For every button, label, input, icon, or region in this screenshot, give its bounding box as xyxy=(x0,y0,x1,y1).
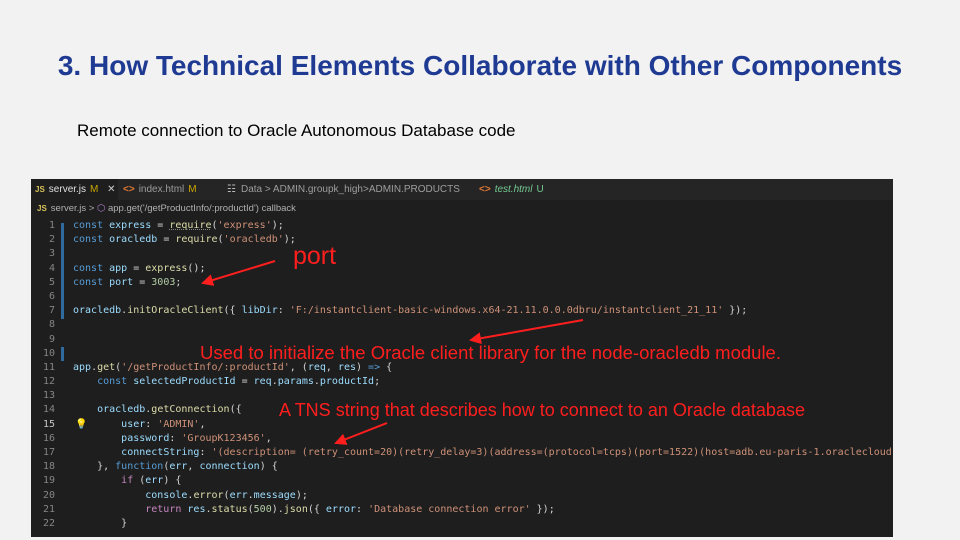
port-arrow xyxy=(201,260,276,286)
tns-arrow xyxy=(334,422,388,445)
port-annotation: port xyxy=(293,242,337,270)
code-editor-screenshot: JS server.js M ✕ <> index.html M ☷ Data > ADM… xyxy=(31,179,893,537)
tns-annotation: A TNS string that describes how to conne… xyxy=(279,400,805,420)
client-arrow xyxy=(469,319,584,345)
client-annotation: Used to initialize the Oracle client lib… xyxy=(200,342,781,363)
slide-subtitle: Remote connection to Oracle Autonomous D… xyxy=(77,121,516,140)
slide-title: 3. How Technical Elements Collaborate wi… xyxy=(57,50,903,81)
